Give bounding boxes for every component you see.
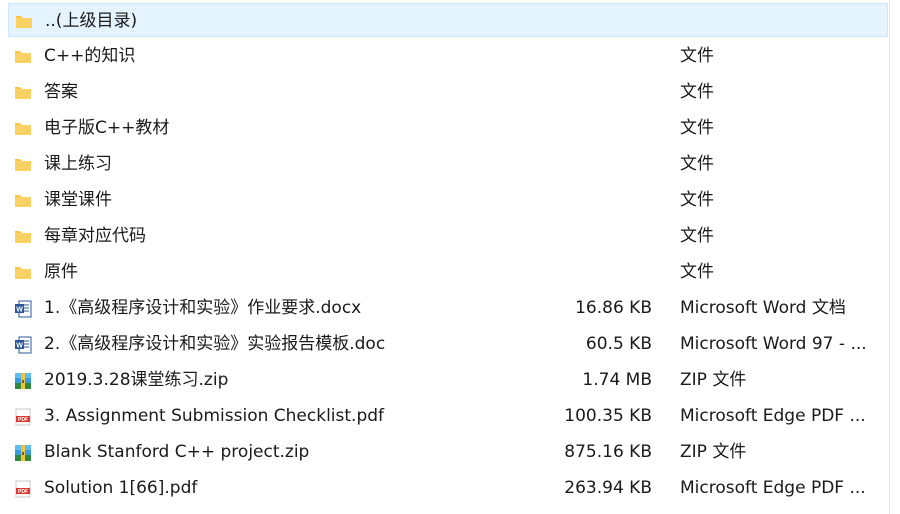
list-item-folder[interactable]: 课堂课件 文件	[8, 183, 888, 217]
file-type: ZIP 文件	[680, 370, 747, 390]
folder-icon	[14, 48, 32, 64]
file-size: 875.16 KB	[564, 442, 652, 462]
folder-icon	[14, 156, 32, 172]
file-type: Microsoft Word 97 - ...	[680, 334, 867, 354]
file-type: 文件	[680, 82, 714, 102]
file-name: 2019.3.28课堂练习.zip	[44, 370, 229, 390]
file-type: 文件	[680, 226, 714, 246]
file-name: Blank Stanford C++ project.zip	[44, 442, 310, 462]
list-item-file[interactable]: Blank Stanford C++ project.zip 875.16 KB…	[8, 435, 888, 469]
file-name: 每章对应代码	[44, 226, 146, 246]
file-name: 答案	[44, 82, 78, 102]
file-size: 60.5 KB	[585, 334, 652, 354]
file-type: Microsoft Edge PDF ...	[680, 406, 866, 426]
file-list: ..(上级目录) C++的知识 文件 答案 文件 电子版C++教材 文件 课上练…	[0, 0, 900, 514]
list-item-file[interactable]: 2019.3.28课堂练习.zip 1.74 MB ZIP 文件	[8, 363, 888, 397]
list-item-file[interactable]: PDF Solution 1[66].pdf 263.94 KB Microso…	[8, 471, 888, 505]
pdf-icon: PDF	[14, 408, 32, 426]
file-name: 课堂课件	[44, 190, 112, 210]
file-name: 3. Assignment Submission Checklist.pdf	[44, 406, 385, 426]
file-name: 课上练习	[44, 154, 112, 174]
pdf-icon: PDF	[14, 480, 32, 498]
file-name: 电子版C++教材	[44, 118, 170, 138]
svg-text:W: W	[16, 306, 23, 313]
file-type: ZIP 文件	[680, 442, 747, 462]
list-item-folder[interactable]: 原件 文件	[8, 255, 888, 289]
svg-text:W: W	[16, 342, 23, 349]
list-item-folder[interactable]: 每章对应代码 文件	[8, 219, 888, 253]
list-item-folder[interactable]: 答案 文件	[8, 75, 888, 109]
word-doc-icon: W	[14, 336, 32, 354]
file-name: ..(上级目录)	[45, 11, 138, 31]
file-name: Solution 1[66].pdf	[44, 478, 198, 498]
list-item-folder[interactable]: C++的知识 文件	[8, 39, 888, 73]
word-doc-icon: W	[14, 300, 32, 318]
folder-icon	[14, 192, 32, 208]
svg-text:PDF: PDF	[18, 417, 28, 423]
zip-icon	[14, 372, 32, 389]
file-size: 263.94 KB	[564, 478, 652, 498]
file-name: C++的知识	[44, 46, 136, 66]
list-item-file[interactable]: PDF 3. Assignment Submission Checklist.p…	[8, 399, 888, 433]
list-item-file[interactable]: W 2.《高级程序设计和实验》实验报告模板.doc 60.5 KB Micros…	[8, 327, 888, 361]
file-type: 文件	[680, 118, 714, 138]
svg-text:PDF: PDF	[18, 489, 28, 495]
file-name: 2.《高级程序设计和实验》实验报告模板.doc	[44, 334, 386, 354]
file-size: 1.74 MB	[582, 370, 652, 390]
file-size: 16.86 KB	[575, 298, 652, 318]
list-item-folder[interactable]: 课上练习 文件	[8, 147, 888, 181]
pane-divider	[889, 0, 890, 514]
file-name: 1.《高级程序设计和实验》作业要求.docx	[44, 298, 362, 318]
file-type: 文件	[680, 190, 714, 210]
file-name: 原件	[44, 262, 78, 282]
folder-icon	[14, 84, 32, 100]
file-size: 100.35 KB	[564, 406, 652, 426]
file-type: Microsoft Edge PDF ...	[680, 478, 866, 498]
list-item-parent-directory[interactable]: ..(上级目录)	[8, 3, 888, 37]
file-type: Microsoft Word 文档	[680, 298, 846, 318]
list-item-folder[interactable]: 电子版C++教材 文件	[8, 111, 888, 145]
folder-icon	[14, 264, 32, 280]
folder-icon	[14, 228, 32, 244]
folder-icon	[15, 13, 33, 29]
file-type: 文件	[680, 262, 714, 282]
file-type: 文件	[680, 46, 714, 66]
list-item-file[interactable]: W 1.《高级程序设计和实验》作业要求.docx 16.86 KB Micros…	[8, 291, 888, 325]
file-type: 文件	[680, 154, 714, 174]
zip-icon	[14, 444, 32, 461]
folder-icon	[14, 120, 32, 136]
